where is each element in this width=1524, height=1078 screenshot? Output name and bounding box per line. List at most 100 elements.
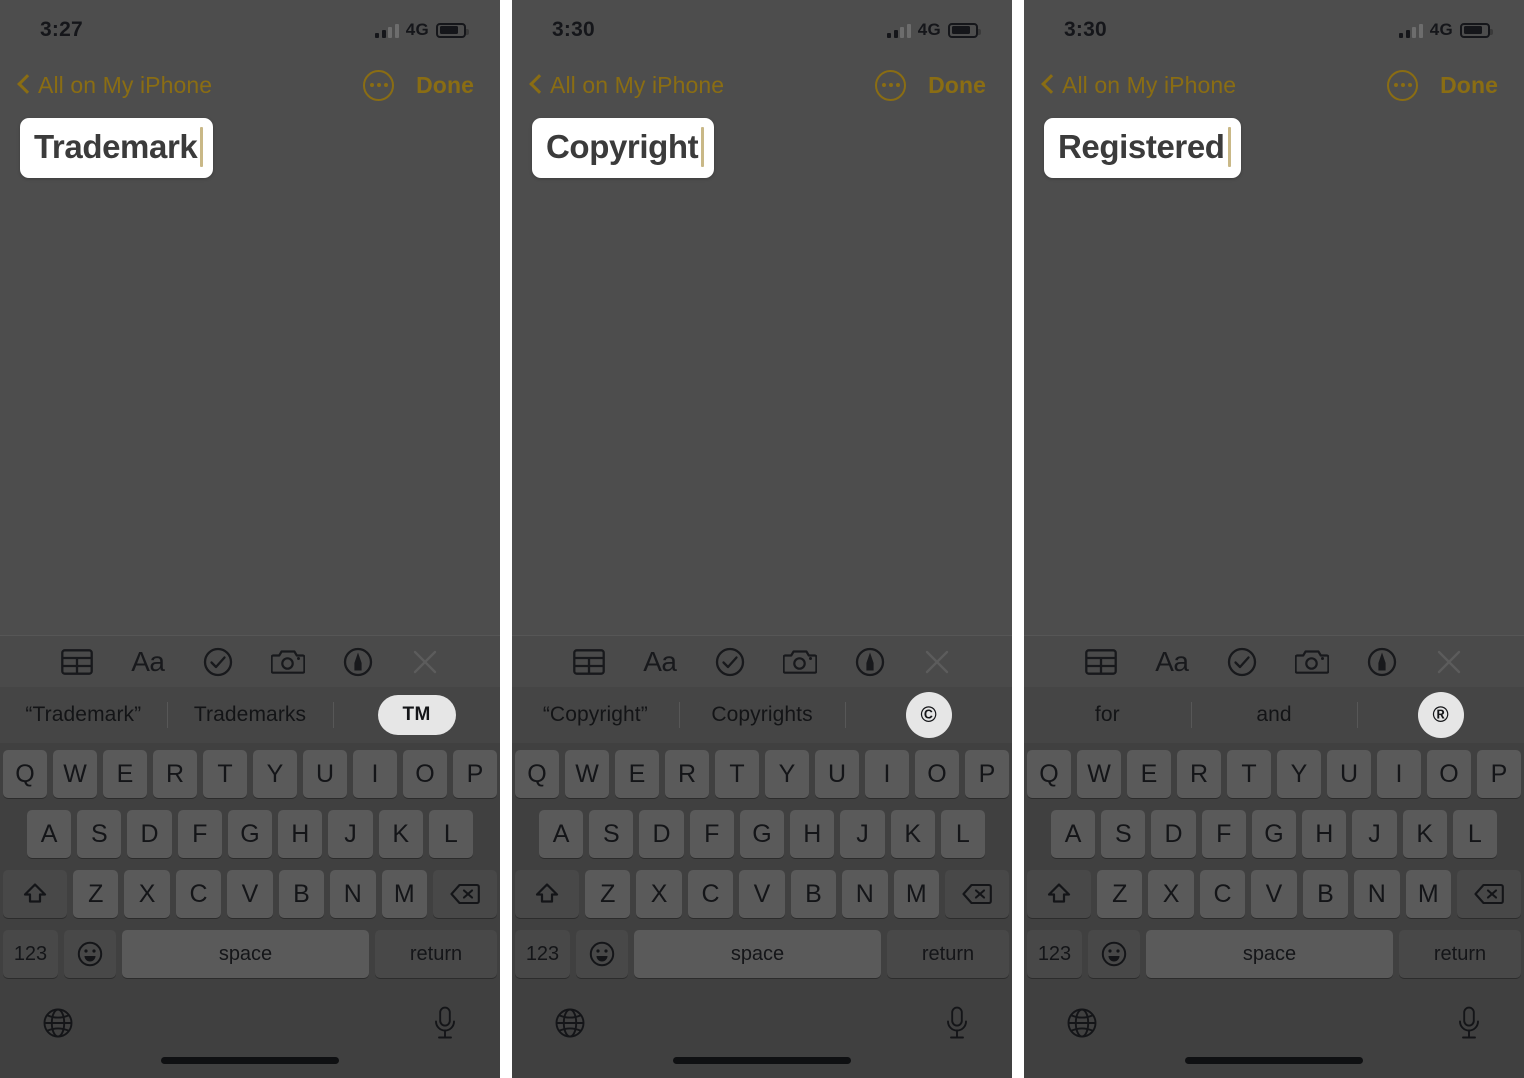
microphone-icon[interactable] <box>432 1006 458 1063</box>
key-u[interactable]: U <box>815 750 859 798</box>
suggestion-item-2[interactable]: © <box>845 692 1012 738</box>
key-c[interactable]: C <box>175 870 222 918</box>
backspace-icon[interactable] <box>432 870 497 918</box>
key-e[interactable]: E <box>615 750 659 798</box>
markup-pen-icon[interactable] <box>855 647 885 677</box>
key-m[interactable]: M <box>1405 870 1451 918</box>
suggestion-item-1[interactable]: Copyrights <box>679 703 846 727</box>
numeric-key[interactable]: 123 <box>3 930 58 978</box>
key-c[interactable]: C <box>1199 870 1246 918</box>
close-icon[interactable] <box>411 648 439 676</box>
note-editor-body[interactable]: Registered <box>1024 110 1524 635</box>
key-d[interactable]: D <box>1151 810 1196 858</box>
key-j[interactable]: J <box>840 810 885 858</box>
note-title-card[interactable]: Copyright <box>532 118 715 178</box>
table-icon[interactable] <box>573 648 605 675</box>
key-b[interactable]: B <box>278 870 325 918</box>
key-i[interactable]: I <box>353 750 397 798</box>
numeric-key[interactable]: 123 <box>1027 930 1082 978</box>
emoji-icon[interactable] <box>1088 930 1140 978</box>
suggestion-item-0[interactable]: “Copyright” <box>512 703 679 727</box>
suggestion-item-1[interactable]: and <box>1191 703 1358 727</box>
key-t[interactable]: T <box>1227 750 1271 798</box>
key-u[interactable]: U <box>303 750 347 798</box>
camera-icon[interactable] <box>1294 648 1329 675</box>
key-t[interactable]: T <box>715 750 759 798</box>
key-l[interactable]: L <box>428 810 473 858</box>
back-button[interactable]: All on My iPhone <box>18 72 212 99</box>
return-key[interactable]: return <box>887 930 1009 978</box>
checklist-icon[interactable] <box>1227 647 1257 677</box>
key-q[interactable]: Q <box>3 750 47 798</box>
key-j[interactable]: J <box>1352 810 1397 858</box>
space-key[interactable]: space <box>634 930 881 978</box>
key-u[interactable]: U <box>1327 750 1371 798</box>
close-icon[interactable] <box>923 648 951 676</box>
globe-icon[interactable] <box>554 1007 586 1062</box>
key-j[interactable]: J <box>328 810 373 858</box>
done-button[interactable]: Done <box>416 72 474 99</box>
checklist-icon[interactable] <box>715 647 745 677</box>
key-p[interactable]: P <box>965 750 1009 798</box>
key-o[interactable]: O <box>915 750 959 798</box>
key-m[interactable]: M <box>381 870 427 918</box>
backspace-icon[interactable] <box>944 870 1009 918</box>
key-z[interactable]: Z <box>1097 870 1143 918</box>
key-v[interactable]: V <box>227 870 273 918</box>
key-d[interactable]: D <box>639 810 684 858</box>
more-options-button[interactable] <box>875 69 907 101</box>
backspace-icon[interactable] <box>1456 870 1521 918</box>
key-h[interactable]: H <box>1302 810 1347 858</box>
key-y[interactable]: Y <box>1277 750 1321 798</box>
suggestion-item-0[interactable]: for <box>1024 703 1191 727</box>
key-s[interactable]: S <box>77 810 122 858</box>
table-icon[interactable] <box>61 648 93 675</box>
key-v[interactable]: V <box>739 870 785 918</box>
space-key[interactable]: space <box>1146 930 1393 978</box>
key-r[interactable]: R <box>1177 750 1221 798</box>
checklist-icon[interactable] <box>203 647 233 677</box>
key-p[interactable]: P <box>1477 750 1521 798</box>
key-n[interactable]: N <box>330 870 376 918</box>
key-k[interactable]: K <box>890 810 935 858</box>
key-l[interactable]: L <box>940 810 985 858</box>
key-t[interactable]: T <box>203 750 247 798</box>
key-x[interactable]: X <box>124 870 170 918</box>
text-format-icon[interactable]: Aa <box>643 647 677 676</box>
emoji-icon[interactable] <box>64 930 116 978</box>
shift-icon[interactable] <box>515 870 580 918</box>
key-n[interactable]: N <box>1354 870 1400 918</box>
key-y[interactable]: Y <box>765 750 809 798</box>
key-w[interactable]: W <box>565 750 609 798</box>
key-f[interactable]: F <box>177 810 222 858</box>
key-q[interactable]: Q <box>1027 750 1071 798</box>
key-x[interactable]: X <box>636 870 682 918</box>
globe-icon[interactable] <box>1066 1007 1098 1062</box>
note-editor-body[interactable]: Trademark <box>0 110 500 635</box>
key-q[interactable]: Q <box>515 750 559 798</box>
key-v[interactable]: V <box>1251 870 1297 918</box>
microphone-icon[interactable] <box>944 1006 970 1063</box>
emoji-icon[interactable] <box>576 930 628 978</box>
table-icon[interactable] <box>1085 648 1117 675</box>
camera-icon[interactable] <box>782 648 817 675</box>
key-z[interactable]: Z <box>585 870 631 918</box>
note-editor-body[interactable]: Copyright <box>512 110 1012 635</box>
suggestion-item-2[interactable]: TM <box>333 695 500 735</box>
key-b[interactable]: B <box>1302 870 1349 918</box>
key-f[interactable]: F <box>689 810 734 858</box>
markup-pen-icon[interactable] <box>343 647 373 677</box>
key-r[interactable]: R <box>153 750 197 798</box>
key-g[interactable]: G <box>1251 810 1297 858</box>
key-o[interactable]: O <box>1427 750 1471 798</box>
shift-icon[interactable] <box>3 870 68 918</box>
more-options-button[interactable] <box>363 69 395 101</box>
key-h[interactable]: H <box>278 810 323 858</box>
text-format-icon[interactable]: Aa <box>1155 647 1189 676</box>
key-x[interactable]: X <box>1148 870 1194 918</box>
more-options-button[interactable] <box>1387 69 1419 101</box>
key-i[interactable]: I <box>865 750 909 798</box>
key-h[interactable]: H <box>790 810 835 858</box>
key-a[interactable]: A <box>539 810 584 858</box>
key-k[interactable]: K <box>1402 810 1447 858</box>
